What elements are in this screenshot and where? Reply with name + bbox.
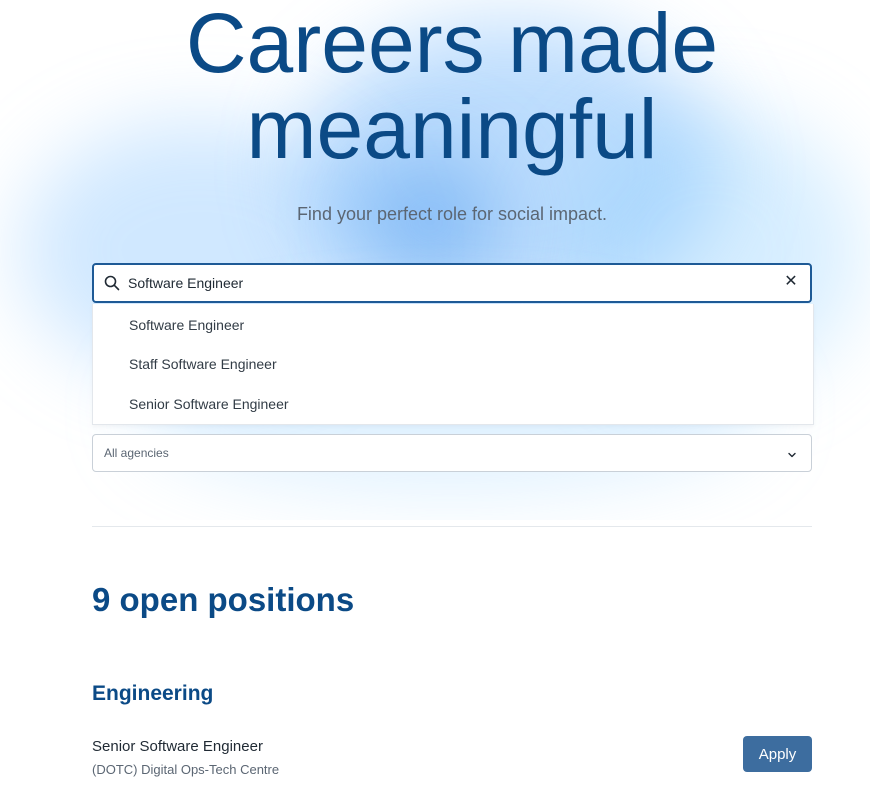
job-title-link[interactable]: Senior Software Engineer xyxy=(92,738,263,755)
suggestion-item[interactable]: Software Engineer xyxy=(129,317,244,333)
search-suggestions-dropdown: Software Engineer Staff Software Enginee… xyxy=(92,304,814,425)
section-divider xyxy=(92,526,812,527)
close-icon[interactable]: ✕ xyxy=(782,273,800,291)
job-search-input[interactable] xyxy=(128,265,768,301)
page-subtitle: Find your perfect role for social impact… xyxy=(296,204,608,224)
department-heading: Engineering xyxy=(92,682,214,705)
apply-button[interactable]: Apply xyxy=(743,736,812,772)
page-title-line-1: Careers made xyxy=(185,0,719,90)
suggestion-item[interactable]: Staff Software Engineer xyxy=(129,356,277,372)
page-title-line-2: meaningful xyxy=(246,82,658,176)
agency-filter-value: All agencies xyxy=(104,446,169,460)
agency-filter-select[interactable]: All agencies xyxy=(92,434,812,472)
search-icon xyxy=(104,275,120,291)
open-positions-count: 9 open positions xyxy=(92,581,355,618)
job-search-box: ✕ xyxy=(92,263,812,303)
chevron-down-icon xyxy=(787,447,797,458)
suggestion-item[interactable]: Senior Software Engineer xyxy=(129,396,289,412)
job-agency: (DOTC) Digital Ops-Tech Centre xyxy=(92,762,280,777)
